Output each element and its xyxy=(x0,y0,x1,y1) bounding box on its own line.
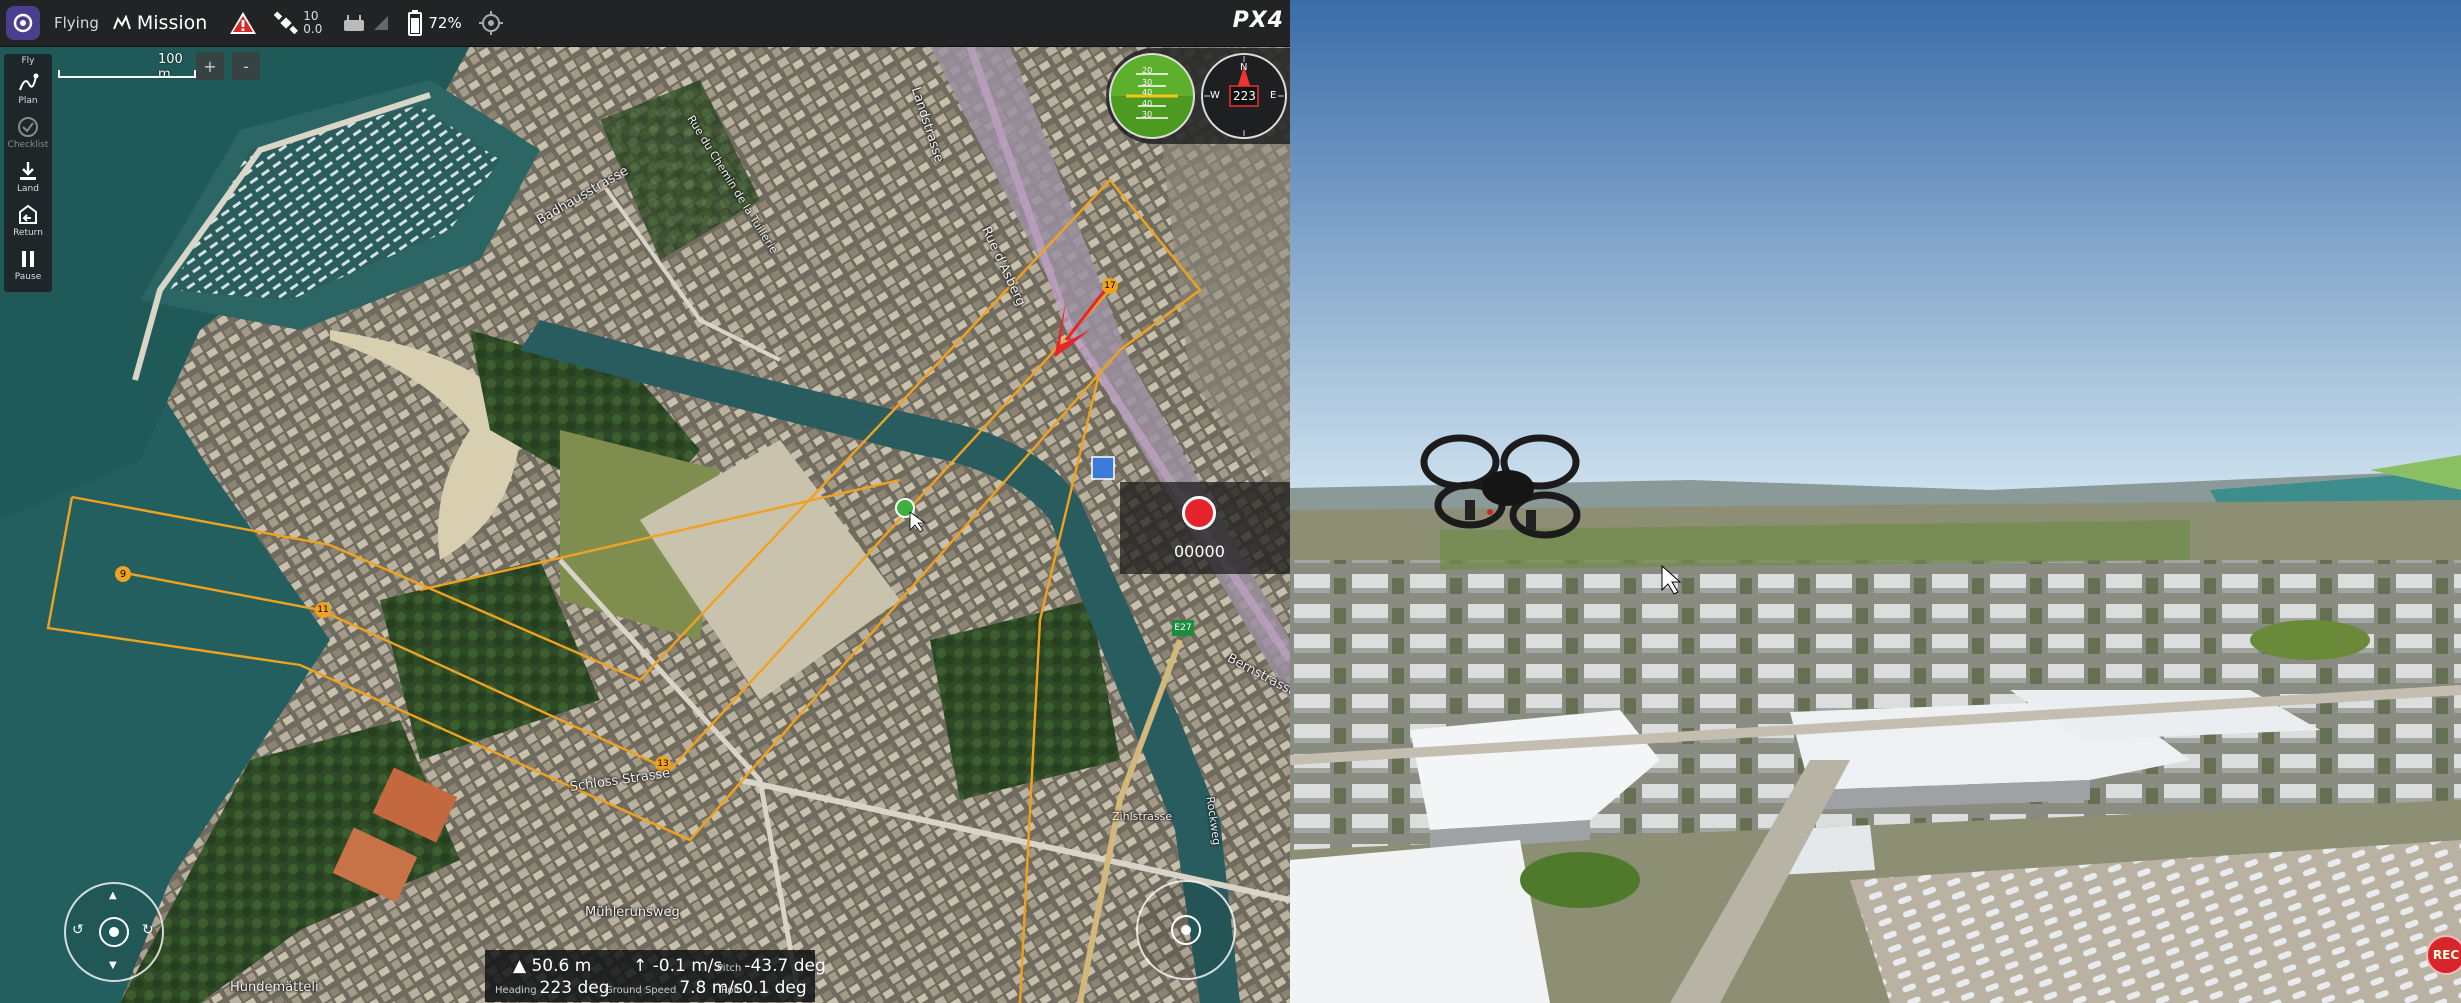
warning-indicator[interactable] xyxy=(229,11,257,35)
waypoint-label: 9 xyxy=(119,568,127,580)
gps-indicator[interactable]: 10 0.0 xyxy=(273,10,322,36)
warning-icon xyxy=(230,12,257,34)
joystick-rotate-right-icon: ↻ xyxy=(142,922,154,938)
waypoint-9[interactable]: 9 xyxy=(115,566,131,582)
instrument-panel: N E W 223 20 30 40 40 30 xyxy=(1106,48,1290,144)
attitude-tick: 40 xyxy=(1142,99,1153,108)
right-virtual-joystick[interactable] xyxy=(1136,880,1236,980)
attitude-tick: 30 xyxy=(1142,78,1153,87)
compass-e: E xyxy=(1270,90,1277,101)
satellite-map[interactable] xyxy=(0,0,1290,1003)
return-icon xyxy=(19,204,37,224)
rc-indicator[interactable] xyxy=(342,14,390,32)
attitude-tick: 40 xyxy=(1142,88,1153,97)
crosshair-icon xyxy=(478,11,503,35)
zoom-in-button[interactable]: + xyxy=(196,52,224,80)
qgc-logo-icon xyxy=(13,13,33,33)
compass-w: W xyxy=(1210,90,1220,101)
video-feed[interactable]: REC xyxy=(1290,0,2461,1003)
compass-heading: 223 xyxy=(1233,89,1256,103)
waypoint-17[interactable]: 17 xyxy=(1102,278,1118,294)
land-icon xyxy=(20,162,36,180)
attitude-tick: 20 xyxy=(1142,66,1153,75)
left-virtual-joystick[interactable]: ▲ ▼ ↺ ↻ xyxy=(64,882,164,982)
roll-value: Roll 0.1 deg xyxy=(721,978,807,998)
rec-button[interactable]: REC xyxy=(2426,935,2461,975)
plan-icon xyxy=(19,73,39,91)
attitude-compass xyxy=(1109,53,1287,139)
zoom-out-button[interactable]: - xyxy=(232,52,260,80)
waypoint-11[interactable]: 11 xyxy=(315,602,331,618)
pause-icon xyxy=(22,251,34,267)
flight-mode-label: Mission xyxy=(136,12,208,34)
toolstrip-land[interactable]: Land xyxy=(4,156,52,200)
satellite-icon xyxy=(274,11,299,35)
attitude-tick: 30 xyxy=(1142,110,1153,119)
joystick-knob[interactable] xyxy=(1171,915,1201,945)
battery-indicator[interactable]: 72% xyxy=(408,10,462,36)
record-button[interactable] xyxy=(1182,496,1216,530)
battery-icon xyxy=(408,10,423,36)
checklist-icon xyxy=(18,117,38,137)
joystick-rotate-left-icon: ↺ xyxy=(72,922,84,938)
record-timer: 00000 xyxy=(1174,542,1225,561)
waypoint-label: 17 xyxy=(1104,281,1116,291)
altitude-value: ▲ 50.6 m xyxy=(513,956,592,976)
battery-percent: 72% xyxy=(428,14,462,32)
toolstrip-fly[interactable]: Fly xyxy=(4,54,52,68)
toolstrip-return[interactable]: Return xyxy=(4,200,52,244)
rec-label: REC xyxy=(2432,948,2460,962)
signal-strength-icon xyxy=(374,16,389,30)
toolstrip-pause[interactable]: Pause xyxy=(4,244,52,288)
scale-bar xyxy=(58,70,196,78)
street-label: Hundemätteli xyxy=(230,980,319,995)
street-label: Mühlerunsweg xyxy=(585,905,680,920)
pitch-value: Pitch -43.7 deg xyxy=(717,956,826,976)
map-view[interactable]: 9 11 13 17 E27 Badhausstrasse Rue du Che… xyxy=(0,0,1290,1003)
top-toolbar: Flying Mission 10 0.0 72% PX4 xyxy=(0,0,1290,47)
camera-view xyxy=(1290,0,2461,1003)
joystick-up-arrow-icon: ▲ xyxy=(109,890,117,901)
vertical-speed-value: ↑ -0.1 m/s xyxy=(633,956,723,976)
compass-n: N xyxy=(1240,62,1248,73)
px4-logo: PX4 xyxy=(1232,8,1284,33)
mission-mode-icon xyxy=(112,15,131,30)
joystick-down-arrow-icon: ▼ xyxy=(109,960,117,971)
plan-toolstrip: Fly Plan Checklist Land Return Pause xyxy=(4,54,52,292)
street-label: Zihlstrasse xyxy=(1112,810,1173,823)
highway-badge: E27 xyxy=(1174,623,1192,633)
telemetry-panel: ▲ 50.6 m ↑ -0.1 m/s Pitch -43.7 deg Headi… xyxy=(485,950,826,1002)
hdop-value: 0.0 xyxy=(303,22,323,36)
qgc-logo-button[interactable] xyxy=(6,6,40,40)
waypoint-label: 11 xyxy=(317,605,329,615)
joystick-knob[interactable] xyxy=(99,917,129,947)
rc-transmitter-icon xyxy=(344,15,365,31)
toolstrip-checklist[interactable]: Checklist xyxy=(4,112,52,156)
flight-status: Flying xyxy=(54,14,99,32)
location-indicator[interactable] xyxy=(478,10,504,36)
heading-value: Heading 223 deg xyxy=(495,978,610,998)
flight-mode-selector[interactable]: Mission xyxy=(112,12,208,34)
toolstrip-plan[interactable]: Plan xyxy=(4,68,52,112)
